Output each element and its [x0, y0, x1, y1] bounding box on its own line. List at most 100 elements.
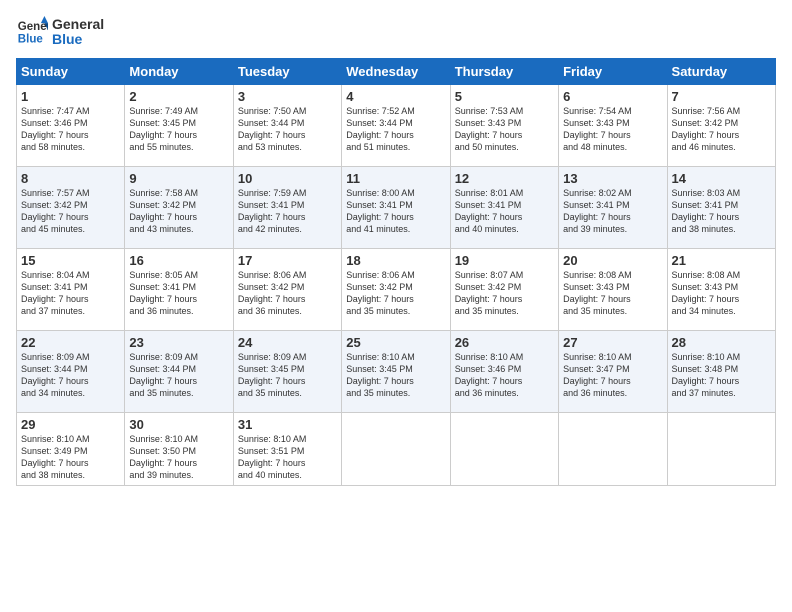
day-cell: 13Sunrise: 8:02 AMSunset: 3:41 PMDayligh…	[559, 167, 667, 249]
day-number: 22	[21, 335, 120, 350]
day-info: Sunrise: 8:07 AMSunset: 3:42 PMDaylight:…	[455, 269, 554, 318]
day-cell: 22Sunrise: 8:09 AMSunset: 3:44 PMDayligh…	[17, 331, 125, 413]
day-cell: 11Sunrise: 8:00 AMSunset: 3:41 PMDayligh…	[342, 167, 450, 249]
day-cell	[559, 413, 667, 486]
day-info: Sunrise: 8:10 AMSunset: 3:48 PMDaylight:…	[672, 351, 771, 400]
day-cell	[342, 413, 450, 486]
day-number: 7	[672, 89, 771, 104]
day-info: Sunrise: 8:02 AMSunset: 3:41 PMDaylight:…	[563, 187, 662, 236]
col-header-tuesday: Tuesday	[233, 59, 341, 85]
day-cell: 8Sunrise: 7:57 AMSunset: 3:42 PMDaylight…	[17, 167, 125, 249]
day-cell: 12Sunrise: 8:01 AMSunset: 3:41 PMDayligh…	[450, 167, 558, 249]
day-cell: 19Sunrise: 8:07 AMSunset: 3:42 PMDayligh…	[450, 249, 558, 331]
day-info: Sunrise: 7:54 AMSunset: 3:43 PMDaylight:…	[563, 105, 662, 154]
day-info: Sunrise: 8:10 AMSunset: 3:50 PMDaylight:…	[129, 433, 228, 482]
day-cell	[450, 413, 558, 486]
day-number: 20	[563, 253, 662, 268]
day-cell: 5Sunrise: 7:53 AMSunset: 3:43 PMDaylight…	[450, 85, 558, 167]
col-header-sunday: Sunday	[17, 59, 125, 85]
day-cell	[667, 413, 775, 486]
week-row-3: 15Sunrise: 8:04 AMSunset: 3:41 PMDayligh…	[17, 249, 776, 331]
day-info: Sunrise: 8:10 AMSunset: 3:49 PMDaylight:…	[21, 433, 120, 482]
day-number: 13	[563, 171, 662, 186]
week-row-5: 29Sunrise: 8:10 AMSunset: 3:49 PMDayligh…	[17, 413, 776, 486]
col-header-monday: Monday	[125, 59, 233, 85]
logo-icon: General Blue	[16, 16, 48, 48]
day-info: Sunrise: 7:59 AMSunset: 3:41 PMDaylight:…	[238, 187, 337, 236]
day-number: 16	[129, 253, 228, 268]
day-number: 9	[129, 171, 228, 186]
day-number: 15	[21, 253, 120, 268]
day-info: Sunrise: 7:50 AMSunset: 3:44 PMDaylight:…	[238, 105, 337, 154]
day-cell: 16Sunrise: 8:05 AMSunset: 3:41 PMDayligh…	[125, 249, 233, 331]
day-info: Sunrise: 8:09 AMSunset: 3:44 PMDaylight:…	[21, 351, 120, 400]
header: General Blue General Blue	[16, 16, 776, 48]
day-cell: 21Sunrise: 8:08 AMSunset: 3:43 PMDayligh…	[667, 249, 775, 331]
day-info: Sunrise: 7:47 AMSunset: 3:46 PMDaylight:…	[21, 105, 120, 154]
day-info: Sunrise: 8:08 AMSunset: 3:43 PMDaylight:…	[672, 269, 771, 318]
day-info: Sunrise: 8:10 AMSunset: 3:46 PMDaylight:…	[455, 351, 554, 400]
logo-text: General Blue	[52, 17, 104, 48]
day-number: 26	[455, 335, 554, 350]
day-number: 4	[346, 89, 445, 104]
day-cell: 2Sunrise: 7:49 AMSunset: 3:45 PMDaylight…	[125, 85, 233, 167]
day-info: Sunrise: 8:10 AMSunset: 3:45 PMDaylight:…	[346, 351, 445, 400]
week-row-1: 1Sunrise: 7:47 AMSunset: 3:46 PMDaylight…	[17, 85, 776, 167]
svg-text:Blue: Blue	[18, 34, 44, 46]
day-number: 18	[346, 253, 445, 268]
day-cell: 7Sunrise: 7:56 AMSunset: 3:42 PMDaylight…	[667, 85, 775, 167]
day-cell: 30Sunrise: 8:10 AMSunset: 3:50 PMDayligh…	[125, 413, 233, 486]
day-number: 10	[238, 171, 337, 186]
day-number: 11	[346, 171, 445, 186]
day-number: 2	[129, 89, 228, 104]
day-number: 30	[129, 417, 228, 432]
day-cell: 15Sunrise: 8:04 AMSunset: 3:41 PMDayligh…	[17, 249, 125, 331]
day-cell: 18Sunrise: 8:06 AMSunset: 3:42 PMDayligh…	[342, 249, 450, 331]
header-row: SundayMondayTuesdayWednesdayThursdayFrid…	[17, 59, 776, 85]
day-info: Sunrise: 8:00 AMSunset: 3:41 PMDaylight:…	[346, 187, 445, 236]
day-cell: 6Sunrise: 7:54 AMSunset: 3:43 PMDaylight…	[559, 85, 667, 167]
day-info: Sunrise: 8:08 AMSunset: 3:43 PMDaylight:…	[563, 269, 662, 318]
day-info: Sunrise: 7:49 AMSunset: 3:45 PMDaylight:…	[129, 105, 228, 154]
day-info: Sunrise: 7:58 AMSunset: 3:42 PMDaylight:…	[129, 187, 228, 236]
day-cell: 27Sunrise: 8:10 AMSunset: 3:47 PMDayligh…	[559, 331, 667, 413]
day-number: 12	[455, 171, 554, 186]
logo: General Blue General Blue	[16, 16, 104, 48]
day-cell: 20Sunrise: 8:08 AMSunset: 3:43 PMDayligh…	[559, 249, 667, 331]
day-number: 29	[21, 417, 120, 432]
day-number: 6	[563, 89, 662, 104]
day-cell: 1Sunrise: 7:47 AMSunset: 3:46 PMDaylight…	[17, 85, 125, 167]
day-cell: 14Sunrise: 8:03 AMSunset: 3:41 PMDayligh…	[667, 167, 775, 249]
day-info: Sunrise: 7:56 AMSunset: 3:42 PMDaylight:…	[672, 105, 771, 154]
day-number: 17	[238, 253, 337, 268]
day-info: Sunrise: 8:09 AMSunset: 3:45 PMDaylight:…	[238, 351, 337, 400]
day-cell: 9Sunrise: 7:58 AMSunset: 3:42 PMDaylight…	[125, 167, 233, 249]
col-header-wednesday: Wednesday	[342, 59, 450, 85]
day-cell: 28Sunrise: 8:10 AMSunset: 3:48 PMDayligh…	[667, 331, 775, 413]
day-number: 3	[238, 89, 337, 104]
col-header-saturday: Saturday	[667, 59, 775, 85]
day-number: 31	[238, 417, 337, 432]
week-row-4: 22Sunrise: 8:09 AMSunset: 3:44 PMDayligh…	[17, 331, 776, 413]
col-header-friday: Friday	[559, 59, 667, 85]
day-cell: 17Sunrise: 8:06 AMSunset: 3:42 PMDayligh…	[233, 249, 341, 331]
day-number: 25	[346, 335, 445, 350]
day-number: 21	[672, 253, 771, 268]
day-info: Sunrise: 8:10 AMSunset: 3:47 PMDaylight:…	[563, 351, 662, 400]
day-info: Sunrise: 8:09 AMSunset: 3:44 PMDaylight:…	[129, 351, 228, 400]
day-number: 1	[21, 89, 120, 104]
page: General Blue General Blue SundayMondayTu…	[0, 0, 792, 612]
day-info: Sunrise: 8:04 AMSunset: 3:41 PMDaylight:…	[21, 269, 120, 318]
day-info: Sunrise: 8:03 AMSunset: 3:41 PMDaylight:…	[672, 187, 771, 236]
day-info: Sunrise: 8:06 AMSunset: 3:42 PMDaylight:…	[346, 269, 445, 318]
day-info: Sunrise: 7:52 AMSunset: 3:44 PMDaylight:…	[346, 105, 445, 154]
day-number: 8	[21, 171, 120, 186]
day-number: 28	[672, 335, 771, 350]
col-header-thursday: Thursday	[450, 59, 558, 85]
day-info: Sunrise: 8:01 AMSunset: 3:41 PMDaylight:…	[455, 187, 554, 236]
calendar-table: SundayMondayTuesdayWednesdayThursdayFrid…	[16, 58, 776, 486]
day-cell: 31Sunrise: 8:10 AMSunset: 3:51 PMDayligh…	[233, 413, 341, 486]
day-info: Sunrise: 8:10 AMSunset: 3:51 PMDaylight:…	[238, 433, 337, 482]
day-cell: 3Sunrise: 7:50 AMSunset: 3:44 PMDaylight…	[233, 85, 341, 167]
day-cell: 23Sunrise: 8:09 AMSunset: 3:44 PMDayligh…	[125, 331, 233, 413]
